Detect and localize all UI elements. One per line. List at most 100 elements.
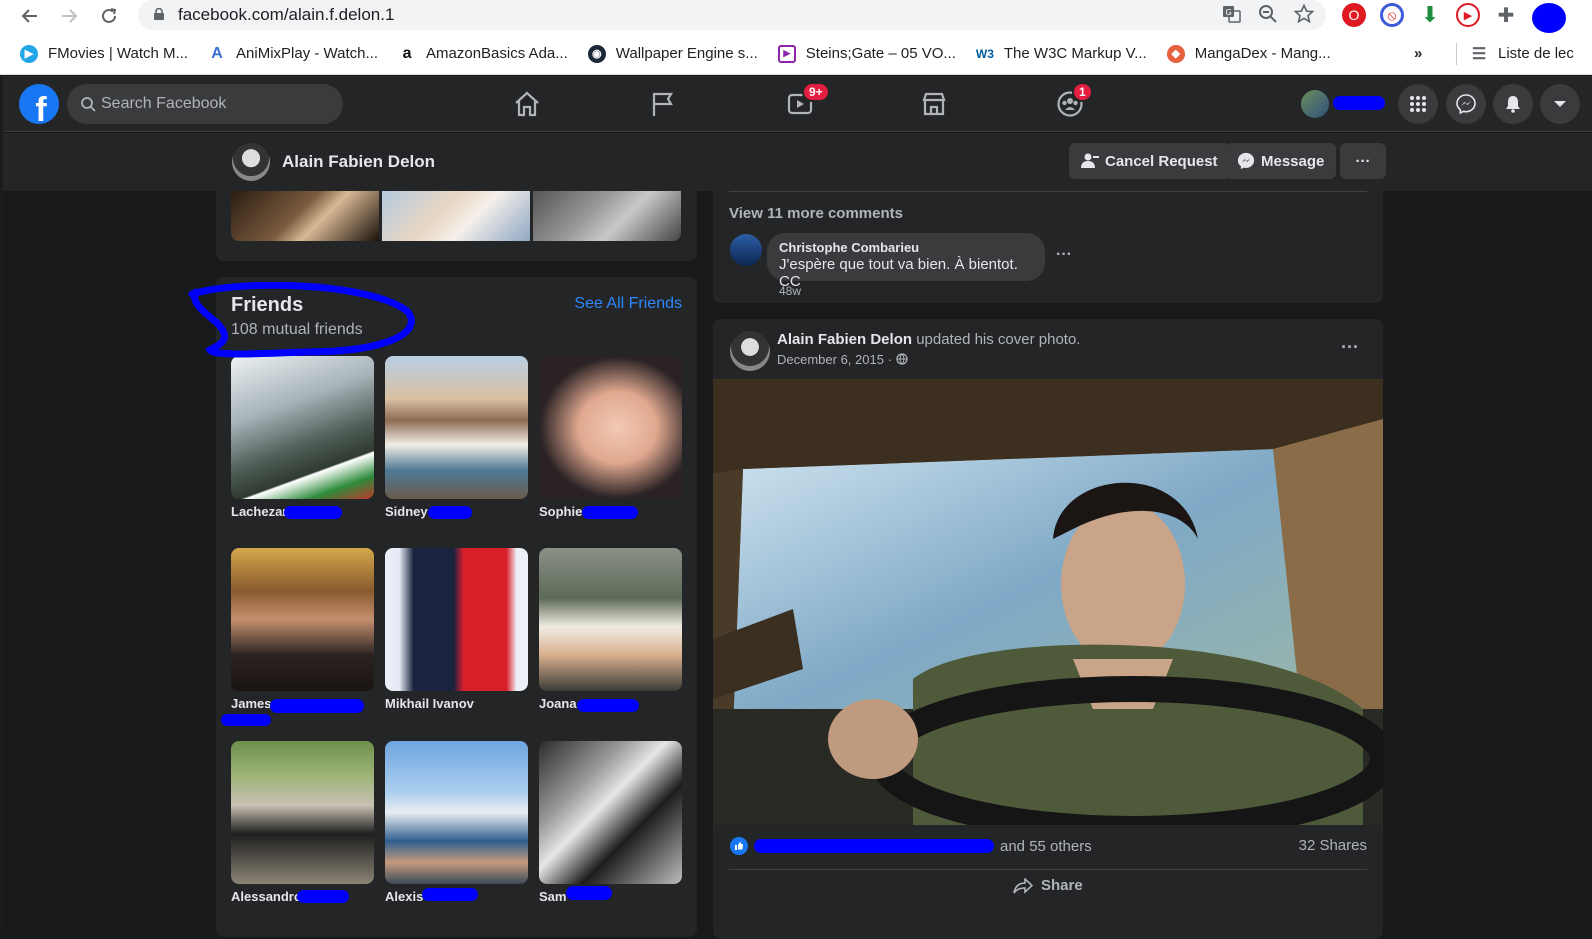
puzzle-extension-icon[interactable]: ✚ — [1494, 3, 1518, 27]
share-button[interactable]: Share — [1013, 877, 1083, 894]
friend-tile[interactable]: Alessandro — [231, 741, 374, 904]
url-text: facebook.com/alain.f.delon.1 — [178, 5, 395, 24]
animix-icon: A — [211, 44, 223, 62]
bookmark-amazon[interactable]: a AmazonBasics Ada... — [398, 45, 568, 63]
account-avatar[interactable] — [1301, 90, 1329, 118]
bookmarks-bar: ▶ FMovies | Watch M... A AniMixPlay - Wa… — [0, 33, 1592, 75]
friend-tile[interactable]: Alexis — [385, 741, 528, 904]
photo-thumbnail[interactable] — [533, 191, 681, 241]
bookmark-steins-gate[interactable]: ▶ Steins;Gate – 05 VO... — [777, 44, 956, 63]
reactions-summary[interactable]: and 55 others — [730, 837, 1092, 855]
star-icon[interactable] — [1294, 4, 1314, 24]
photo-thumbnail[interactable] — [382, 191, 530, 241]
friend-photo[interactable] — [539, 356, 682, 499]
profile-avatar[interactable] — [232, 143, 270, 181]
bookmark-divider — [1456, 43, 1457, 65]
redaction-mark — [577, 699, 639, 712]
block-extension-icon[interactable]: ⦸ — [1380, 3, 1404, 27]
photos-card — [216, 191, 697, 261]
friend-photo[interactable] — [385, 548, 528, 691]
friend-photo[interactable] — [385, 741, 528, 884]
video-extension-icon[interactable]: ▶ — [1456, 3, 1480, 27]
friend-tile[interactable]: Sophie — [539, 356, 682, 519]
redaction-mark — [297, 890, 349, 903]
post-card: Alain Fabien Delon updated his cover pho… — [713, 319, 1383, 939]
watch-tab[interactable]: 9+ — [782, 82, 830, 122]
friend-photo[interactable] — [539, 548, 682, 691]
shares-count[interactable]: 32 Shares — [1299, 837, 1367, 854]
friend-photo[interactable] — [231, 356, 374, 499]
amazon-icon: a — [402, 44, 412, 62]
view-more-comments-link[interactable]: View 11 more comments — [729, 205, 903, 222]
redacted-username — [1333, 96, 1385, 110]
bookmark-mangadex[interactable]: ◆ MangaDex - Mang... — [1166, 44, 1331, 63]
friend-tile[interactable]: Joana — [539, 548, 682, 711]
search-input[interactable] — [101, 95, 321, 113]
friend-photo[interactable] — [385, 356, 528, 499]
notifications-button[interactable] — [1493, 84, 1533, 124]
profile-more-button[interactable]: ··· — [1340, 143, 1386, 179]
reload-icon[interactable] — [94, 1, 124, 31]
like-reaction-icon — [730, 837, 748, 855]
facebook-top-nav: f 9+ 1 — [3, 76, 1592, 132]
flag-icon — [652, 92, 673, 116]
w3c-icon: W3 — [975, 46, 994, 61]
pages-tab[interactable] — [645, 86, 681, 122]
redaction-mark — [582, 506, 638, 519]
forward-arrow-icon[interactable] — [54, 1, 84, 31]
opera-extension-icon[interactable]: O — [1342, 3, 1366, 27]
post-header: Alain Fabien Delon updated his cover pho… — [777, 331, 1080, 348]
translate-icon[interactable]: G — [1222, 4, 1242, 24]
messenger-button[interactable] — [1446, 84, 1486, 124]
url-field[interactable]: facebook.com/alain.f.delon.1 G — [138, 0, 1326, 30]
photo-thumbnail[interactable] — [231, 191, 379, 241]
bookmark-fmovies[interactable]: ▶ FMovies | Watch M... — [20, 44, 188, 63]
friend-photo[interactable] — [231, 548, 374, 691]
see-all-friends-link[interactable]: See All Friends — [574, 295, 682, 313]
friend-tile[interactable]: Sam — [539, 741, 682, 904]
profile-header-bar: Alain Fabien Delon Cancel Request Messag… — [3, 133, 1592, 191]
groups-tab[interactable]: 1 — [1052, 82, 1093, 122]
marketplace-tab[interactable] — [916, 86, 952, 122]
menu-button[interactable] — [1398, 84, 1438, 124]
download-extension-icon[interactable]: ⬇ — [1418, 2, 1442, 27]
post-author-avatar[interactable] — [730, 331, 770, 371]
friend-tile[interactable]: James — [231, 548, 374, 711]
friend-tile[interactable]: Sidney — [385, 356, 528, 519]
search-box[interactable] — [67, 84, 343, 124]
profile-avatar-icon[interactable] — [1532, 3, 1566, 33]
redaction-mark — [284, 506, 342, 519]
friend-tile[interactable]: Lachezar — [231, 356, 374, 519]
comment-timestamp[interactable]: 48w — [779, 284, 801, 298]
cancel-friend-icon — [1081, 153, 1099, 168]
message-button[interactable]: Message — [1225, 143, 1337, 179]
friend-name[interactable]: Mikhail Ivanov — [385, 696, 528, 711]
cancel-request-button[interactable]: Cancel Request — [1069, 143, 1230, 179]
bookmark-w3c[interactable]: W3 The W3C Markup V... — [976, 45, 1147, 63]
hand-drawn-circle-annotation — [188, 282, 415, 358]
bookmark-animixplay[interactable]: A AniMixPlay - Watch... — [208, 45, 378, 63]
reading-list-button[interactable]: ☰ Liste de lec — [1470, 45, 1574, 63]
bookmark-wallpaper-engine[interactable]: ◉ Wallpaper Engine s... — [587, 44, 758, 63]
post-date[interactable]: December 6, 2015 · — [777, 352, 892, 367]
profile-name[interactable]: Alain Fabien Delon — [282, 152, 435, 172]
cover-photo[interactable] — [713, 379, 1383, 825]
redaction-mark — [270, 699, 364, 713]
search-icon — [81, 97, 96, 112]
back-arrow-icon[interactable] — [15, 1, 45, 31]
friend-tile[interactable]: Mikhail Ivanov — [385, 548, 528, 711]
post-options-button[interactable]: ··· — [1341, 337, 1359, 358]
post-author[interactable]: Alain Fabien Delon — [777, 331, 912, 348]
zoom-icon[interactable] — [1258, 4, 1278, 24]
bookmarks-overflow-button[interactable]: » — [1414, 45, 1422, 62]
account-menu-button[interactable] — [1540, 84, 1580, 124]
friend-photo[interactable] — [231, 741, 374, 884]
post-date-row: December 6, 2015 · — [777, 352, 908, 367]
play-circle-icon: ▶ — [20, 44, 38, 63]
friend-photo[interactable] — [539, 741, 682, 884]
facebook-logo-icon[interactable]: f — [19, 84, 59, 124]
home-tab[interactable] — [509, 86, 545, 122]
comment-options-button[interactable]: ··· — [1056, 246, 1072, 264]
commenter-avatar[interactable] — [730, 234, 762, 266]
comment-author[interactable]: Christophe Combarieu — [779, 240, 1033, 255]
